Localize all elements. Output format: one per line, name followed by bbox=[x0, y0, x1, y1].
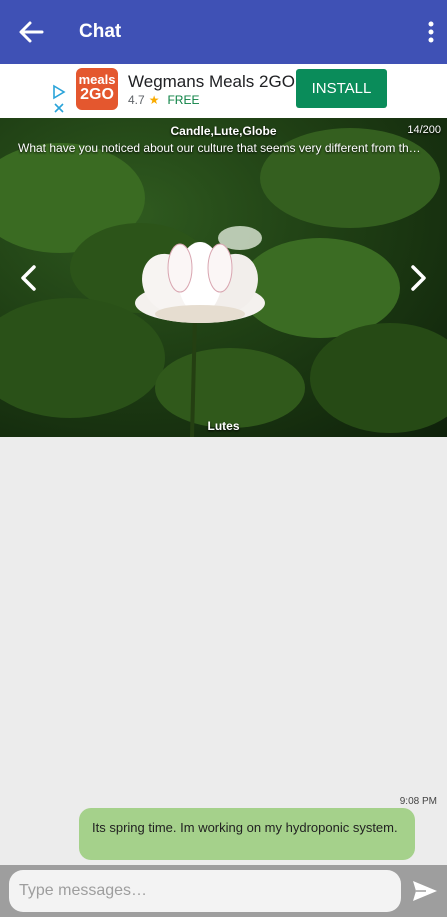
more-options-button[interactable] bbox=[425, 18, 437, 46]
ad-choices-icon[interactable] bbox=[52, 84, 66, 114]
ad-app-meta: 4.7 ★ FREE bbox=[128, 93, 199, 107]
ad-rating: 4.7 bbox=[128, 93, 145, 107]
topic-caption: Lutes bbox=[207, 419, 240, 433]
lotus-photo bbox=[0, 128, 447, 437]
message-bubble[interactable]: Its spring time. Im working on my hydrop… bbox=[79, 808, 415, 860]
topic-question: What have you noticed about our culture … bbox=[18, 141, 421, 155]
ad-app-logo[interactable]: meals 2GO bbox=[76, 68, 118, 110]
topic-counter: 14/200 bbox=[407, 124, 441, 136]
send-icon bbox=[413, 881, 437, 901]
star-icon: ★ bbox=[148, 93, 160, 107]
next-topic-button[interactable] bbox=[407, 264, 429, 292]
message-input[interactable] bbox=[9, 870, 401, 912]
send-button[interactable] bbox=[412, 879, 438, 903]
ad-logo-line2: 2GO bbox=[80, 86, 114, 103]
message-timestamp: 9:08 PM bbox=[399, 796, 437, 807]
ad-app-name[interactable]: Wegmans Meals 2GO bbox=[128, 72, 295, 92]
chevron-right-icon bbox=[411, 265, 426, 291]
previous-topic-button[interactable] bbox=[18, 264, 40, 292]
topic-image-card[interactable] bbox=[0, 118, 447, 437]
ad-price: FREE bbox=[167, 93, 200, 107]
page-title: Chat bbox=[79, 21, 122, 42]
back-button[interactable] bbox=[16, 18, 46, 46]
more-vertical-icon bbox=[428, 21, 434, 43]
app-bar: Chat bbox=[0, 0, 447, 64]
install-button[interactable]: INSTALL bbox=[296, 69, 387, 108]
ad-logo-line1: meals bbox=[78, 72, 116, 87]
topic-tags: Candle,Lute,Globe bbox=[170, 124, 277, 138]
arrow-left-icon bbox=[19, 21, 44, 43]
chevron-left-icon bbox=[21, 265, 36, 291]
